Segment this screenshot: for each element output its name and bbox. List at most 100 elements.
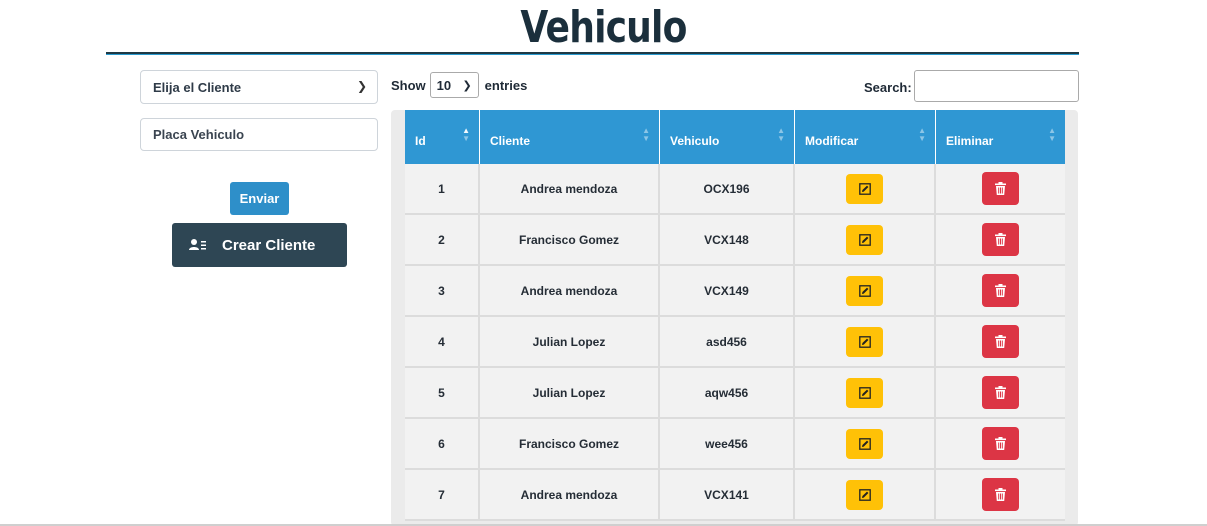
- user-list-icon: [188, 237, 208, 253]
- cell-modificar: [795, 470, 936, 519]
- table-row: 7 Andrea mendoza VCX141: [405, 470, 1065, 521]
- edit-icon: [858, 233, 871, 246]
- cell-cliente: Francisco Gomez: [480, 215, 660, 264]
- cell-id: 4: [405, 317, 480, 366]
- vehicle-table: Id ▲ ▼ Cliente ▲ ▼ Vehiculo ▲ ▼ Modificar ▲…: [391, 110, 1078, 526]
- send-button[interactable]: Enviar: [230, 182, 289, 215]
- table-row: 4 Julian Lopez asd456: [405, 317, 1065, 368]
- edit-button[interactable]: [846, 275, 883, 306]
- trash-icon: [995, 182, 1006, 195]
- sort-icon: ▲ ▼: [777, 126, 785, 143]
- cell-id: 5: [405, 368, 480, 417]
- create-client-button[interactable]: Crear Cliente: [172, 223, 347, 267]
- cell-eliminar: [936, 368, 1065, 417]
- edit-icon: [858, 386, 871, 399]
- delete-button[interactable]: [982, 274, 1019, 307]
- column-header-eliminar[interactable]: Eliminar ▲ ▼: [936, 110, 1065, 164]
- cell-vehiculo: wee456: [660, 419, 795, 468]
- trash-icon: [995, 488, 1006, 501]
- cell-modificar: [795, 368, 936, 417]
- cell-modificar: [795, 164, 936, 213]
- cell-eliminar: [936, 470, 1065, 519]
- table-row: 5 Julian Lopez aqw456: [405, 368, 1065, 419]
- cell-vehiculo: aqw456: [660, 368, 795, 417]
- trash-icon: [995, 335, 1006, 348]
- chevron-down-icon: ❯: [356, 79, 367, 93]
- client-select-value: Elija el Cliente: [153, 80, 242, 95]
- trash-icon: [995, 437, 1006, 450]
- column-header-cliente[interactable]: Cliente ▲ ▼: [480, 110, 660, 164]
- create-client-label: Crear Cliente: [222, 236, 316, 254]
- edit-button[interactable]: [846, 428, 883, 459]
- table-header: Id ▲ ▼ Cliente ▲ ▼ Vehiculo ▲ ▼ Modificar ▲…: [405, 110, 1065, 164]
- cell-cliente: Andrea mendoza: [480, 266, 660, 315]
- client-select[interactable]: Elija el Cliente ❯: [140, 70, 378, 104]
- sort-icon: ▲ ▼: [1048, 126, 1056, 143]
- edit-button[interactable]: [846, 224, 883, 255]
- delete-button[interactable]: [982, 325, 1019, 358]
- table-row: 3 Andrea mendoza VCX149: [405, 266, 1065, 317]
- edit-button[interactable]: [846, 326, 883, 357]
- delete-button[interactable]: [982, 223, 1019, 256]
- cell-modificar: [795, 317, 936, 366]
- entries-label: entries: [484, 77, 528, 93]
- cell-cliente: Julian Lopez: [480, 317, 660, 366]
- trash-icon: [995, 233, 1006, 246]
- cell-eliminar: [936, 317, 1065, 366]
- edit-button[interactable]: [846, 377, 883, 408]
- cell-eliminar: [936, 266, 1065, 315]
- search-input[interactable]: [914, 70, 1079, 102]
- cell-cliente: Julian Lopez: [480, 368, 660, 417]
- cell-id: 1: [405, 164, 480, 213]
- sort-icon: ▲ ▼: [642, 126, 650, 143]
- cell-vehiculo: VCX141: [660, 470, 795, 519]
- cell-vehiculo: VCX149: [660, 266, 795, 315]
- table-row: 2 Francisco Gomez VCX148: [405, 215, 1065, 266]
- plate-input[interactable]: [140, 118, 378, 151]
- cell-eliminar: [936, 164, 1065, 213]
- cell-vehiculo: VCX148: [660, 215, 795, 264]
- cell-eliminar: [936, 215, 1065, 264]
- delete-button[interactable]: [982, 478, 1019, 511]
- delete-button[interactable]: [982, 172, 1019, 205]
- cell-cliente: Andrea mendoza: [480, 470, 660, 519]
- edit-button[interactable]: [846, 173, 883, 204]
- column-header-id[interactable]: Id ▲ ▼: [405, 110, 480, 164]
- edit-icon: [858, 182, 871, 195]
- title-divider: [106, 52, 1079, 55]
- search-label: Search:: [864, 80, 912, 95]
- show-entries-control: Show 10 ❯ entries: [391, 72, 527, 98]
- edit-icon: [858, 335, 871, 348]
- cell-vehiculo: asd456: [660, 317, 795, 366]
- show-label: Show: [391, 77, 426, 93]
- edit-button[interactable]: [846, 479, 883, 510]
- cell-vehiculo: OCX196: [660, 164, 795, 213]
- column-header-vehiculo[interactable]: Vehiculo ▲ ▼: [660, 110, 795, 164]
- table-row: 6 Francisco Gomez wee456: [405, 419, 1065, 470]
- column-header-modificar[interactable]: Modificar ▲ ▼: [795, 110, 936, 164]
- edit-icon: [858, 437, 871, 450]
- table-row: 1 Andrea mendoza OCX196: [405, 164, 1065, 215]
- chevron-down-icon: ❯: [462, 79, 472, 92]
- trash-icon: [995, 284, 1006, 297]
- sort-icon: ▲ ▼: [462, 126, 470, 143]
- cell-eliminar: [936, 419, 1065, 468]
- edit-icon: [858, 284, 871, 297]
- delete-button[interactable]: [982, 427, 1019, 460]
- cell-id: 7: [405, 470, 480, 519]
- page-title: Vehiculo: [520, 2, 687, 53]
- table-body: 1 Andrea mendoza OCX196 2 Francisco Gomez VCX…: [405, 164, 1065, 521]
- cell-modificar: [795, 266, 936, 315]
- cell-id: 3: [405, 266, 480, 315]
- entries-length-value: 10: [436, 77, 452, 93]
- cell-cliente: Andrea mendoza: [480, 164, 660, 213]
- cell-modificar: [795, 215, 936, 264]
- trash-icon: [995, 386, 1006, 399]
- cell-modificar: [795, 419, 936, 468]
- sort-icon: ▲ ▼: [918, 126, 926, 143]
- edit-icon: [858, 488, 871, 501]
- cell-id: 2: [405, 215, 480, 264]
- entries-length-select[interactable]: 10 ❯: [429, 72, 479, 98]
- cell-id: 6: [405, 419, 480, 468]
- delete-button[interactable]: [982, 376, 1019, 409]
